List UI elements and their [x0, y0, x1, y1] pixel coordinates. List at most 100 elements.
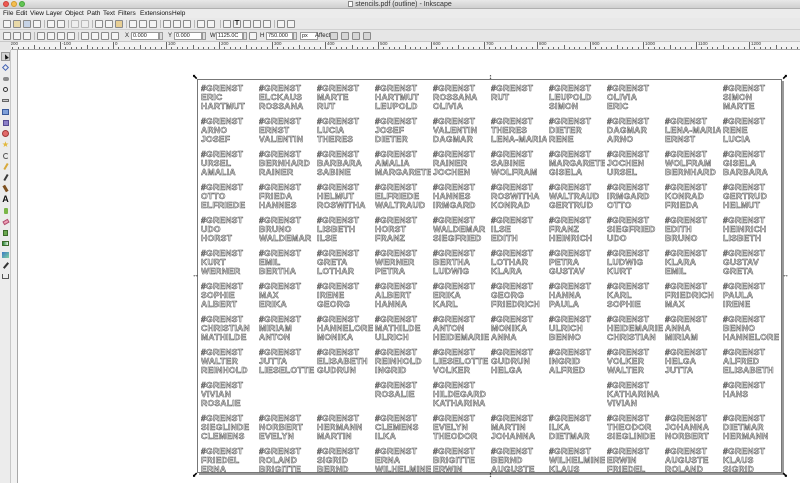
- zoom-tool-icon[interactable]: [1, 85, 10, 94]
- new-document-icon[interactable]: [3, 20, 11, 28]
- measure-tool-icon[interactable]: [1, 96, 10, 105]
- zoom-selection-icon[interactable]: [129, 20, 137, 28]
- stencil-label: #GRENST LISBETH ILSE: [317, 216, 373, 244]
- h-field[interactable]: 750.000: [266, 32, 293, 40]
- select-all-icon[interactable]: [3, 32, 11, 40]
- raise-top-icon[interactable]: [81, 32, 89, 40]
- print-icon[interactable]: [33, 20, 41, 28]
- menu-edit[interactable]: Edit: [16, 9, 27, 18]
- y-spinner[interactable]: [202, 32, 206, 40]
- copy-icon[interactable]: [95, 20, 103, 28]
- menu-path[interactable]: Path: [87, 9, 100, 18]
- menu-text[interactable]: Text: [103, 9, 115, 18]
- w-field[interactable]: 1125.0C: [216, 32, 243, 40]
- dropper-tool-icon[interactable]: [1, 261, 10, 270]
- connector-tool-icon[interactable]: [1, 272, 10, 281]
- objects-icon[interactable]: [263, 20, 271, 28]
- select-all-layers-icon[interactable]: [13, 32, 21, 40]
- pencil-tool-icon[interactable]: [1, 162, 10, 171]
- text-font-icon[interactable]: T: [233, 20, 241, 28]
- cut-icon[interactable]: [105, 20, 113, 28]
- spiral-tool-icon[interactable]: [1, 151, 10, 160]
- ellipse-tool-icon[interactable]: [1, 129, 10, 138]
- text-tool-icon[interactable]: A: [1, 195, 10, 204]
- tweak-tool-icon[interactable]: [1, 74, 10, 83]
- flip-horizontal-icon[interactable]: [57, 32, 65, 40]
- scale-corners-icon[interactable]: [341, 32, 349, 40]
- calligraphy-tool-icon[interactable]: [1, 184, 10, 193]
- lower-bottom-icon[interactable]: [111, 32, 119, 40]
- stencil-label: #GRENST ELISABETH GUDRUN: [317, 348, 373, 376]
- horizontal-ruler[interactable]: -200 -100 0 100 200 300 400 500 600 700 800 900 1000…: [11, 42, 800, 50]
- open-icon[interactable]: [13, 20, 21, 28]
- menu-view[interactable]: View: [30, 9, 44, 18]
- ruler-tick-minor: [118, 47, 120, 49]
- spray-tool-icon[interactable]: [1, 206, 10, 215]
- export-icon[interactable]: [57, 20, 65, 28]
- menu-filters[interactable]: Filters: [118, 9, 136, 18]
- pen-tool-icon[interactable]: [1, 173, 10, 182]
- 3d-box-tool-icon[interactable]: [1, 118, 10, 127]
- zoom-drawing-icon[interactable]: [139, 20, 147, 28]
- menu-help[interactable]: Help: [172, 9, 185, 18]
- h-spinner[interactable]: [293, 32, 297, 40]
- clone-icon[interactable]: [173, 20, 181, 28]
- transform-patterns-icon[interactable]: [363, 32, 371, 40]
- ruler-tick-minor: [383, 47, 385, 49]
- x-spinner[interactable]: [159, 32, 163, 40]
- deselect-icon[interactable]: [23, 32, 31, 40]
- xml-editor-icon[interactable]: [243, 20, 251, 28]
- x-field[interactable]: 0.000: [131, 32, 159, 40]
- menu-layer[interactable]: Layer: [46, 9, 62, 18]
- rotate-cw-icon[interactable]: [47, 32, 55, 40]
- flip-vertical-icon[interactable]: [67, 32, 75, 40]
- scale-handle-bottom-right[interactable]: ⬊: [782, 472, 788, 479]
- rectangle-tool-icon[interactable]: [1, 107, 10, 116]
- rotate-ccw-icon[interactable]: [37, 32, 45, 40]
- paint-bucket-tool-icon[interactable]: [1, 228, 10, 237]
- menu-file[interactable]: File: [3, 9, 13, 18]
- import-icon[interactable]: [47, 20, 55, 28]
- document-properties-icon[interactable]: [287, 20, 295, 28]
- raise-icon[interactable]: [91, 32, 99, 40]
- window-title: stencils.pdf (outline) - Inkscape: [0, 0, 800, 9]
- gradient-tool-icon[interactable]: [1, 239, 10, 248]
- unlink-clone-icon[interactable]: [183, 20, 191, 28]
- preferences-icon[interactable]: [277, 20, 285, 28]
- lower-icon[interactable]: [101, 32, 109, 40]
- scale-handle-top-left[interactable]: ⬉: [192, 74, 198, 81]
- mesh-tool-icon[interactable]: [1, 250, 10, 259]
- scale-handle-bottom-left[interactable]: ⬋: [192, 472, 198, 479]
- save-icon[interactable]: [23, 20, 31, 28]
- stencil-name: BARBARA: [723, 167, 769, 177]
- menu-object[interactable]: Object: [65, 9, 84, 18]
- canvas[interactable]: ⬉ ↕ ⬈ ↔ ↔ ⬋ ↕ ⬊ #GRENST ERIC HARTMUT #GRENS…: [18, 50, 800, 483]
- scale-handle-top-right[interactable]: ⬈: [782, 74, 788, 81]
- lock-icon[interactable]: [249, 32, 257, 40]
- group-icon[interactable]: [197, 20, 205, 28]
- w-spinner[interactable]: [243, 32, 247, 40]
- ungroup-icon[interactable]: [207, 20, 215, 28]
- menu-extensions[interactable]: Extensions: [140, 9, 172, 18]
- scale-handle-top[interactable]: ↕: [488, 74, 493, 81]
- stencil-label: #GRENST MIRIAM ANTON: [259, 315, 315, 343]
- scale-handle-right[interactable]: ↔: [782, 272, 789, 279]
- node-tool-icon[interactable]: [1, 63, 10, 72]
- selector-tool-icon[interactable]: [1, 52, 10, 61]
- scale-stroke-icon[interactable]: [330, 32, 338, 40]
- y-field[interactable]: 0.000: [174, 32, 202, 40]
- transform-gradients-icon[interactable]: [352, 32, 360, 40]
- paste-icon[interactable]: [115, 20, 123, 28]
- undo-icon[interactable]: [71, 20, 79, 28]
- vertical-ruler[interactable]: [11, 50, 18, 483]
- scale-handle-left[interactable]: ↔: [192, 272, 199, 279]
- stencil-label: #GRENST DAGMAR ARNO: [607, 117, 663, 145]
- align-distribute-icon[interactable]: [253, 20, 261, 28]
- zoom-page-icon[interactable]: [149, 20, 157, 28]
- duplicate-icon[interactable]: [163, 20, 171, 28]
- ruler-tick-minor: [234, 47, 236, 49]
- fill-stroke-icon[interactable]: [223, 20, 231, 28]
- redo-icon[interactable]: [81, 20, 89, 28]
- eraser-tool-icon[interactable]: [1, 217, 10, 226]
- star-tool-icon[interactable]: ★: [1, 140, 10, 149]
